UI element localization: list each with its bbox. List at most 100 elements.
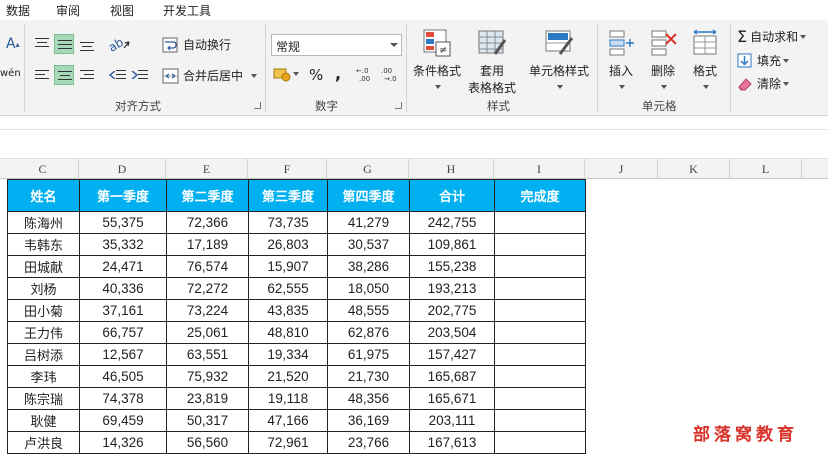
value-cell[interactable]: 38,286 (327, 255, 410, 278)
value-cell[interactable]: 61,975 (327, 343, 410, 366)
comma-style-button[interactable]: , (335, 64, 341, 83)
fill-button[interactable]: 填充 (737, 52, 790, 69)
wrap-text-button[interactable]: 自动换行 (162, 36, 231, 53)
completion-cell[interactable] (494, 321, 586, 344)
column-header-c[interactable]: C (7, 159, 79, 179)
completion-cell[interactable] (494, 343, 586, 366)
name-cell[interactable]: 耿健 (7, 409, 80, 432)
phonetic-guide-button[interactable]: wén (0, 68, 21, 79)
conditional-formatting-button[interactable]: ≠ 条件格式 (410, 28, 464, 93)
value-cell[interactable]: 48,810 (248, 321, 328, 344)
insert-cells-button[interactable]: 插入 (601, 28, 641, 93)
orientation-icon[interactable]: ab (106, 34, 130, 55)
value-cell[interactable]: 48,555 (327, 299, 410, 322)
value-cell[interactable]: 203,504 (409, 321, 495, 344)
value-cell[interactable]: 41,279 (327, 211, 410, 234)
header-cell-name[interactable]: 姓名 (7, 179, 80, 212)
value-cell[interactable]: 63,551 (166, 343, 249, 366)
name-cell[interactable]: 李玮 (7, 365, 80, 388)
tab-view[interactable]: 视图 (110, 2, 134, 19)
completion-cell[interactable] (494, 387, 586, 410)
name-cell[interactable]: 陈宗瑞 (7, 387, 80, 410)
name-cell[interactable]: 吕树添 (7, 343, 80, 366)
value-cell[interactable]: 23,819 (166, 387, 249, 410)
completion-cell[interactable] (494, 277, 586, 300)
column-header-d[interactable]: D (79, 159, 166, 179)
completion-cell[interactable] (494, 211, 586, 234)
value-cell[interactable]: 193,213 (409, 277, 495, 300)
value-cell[interactable]: 62,555 (248, 277, 328, 300)
percent-style-button[interactable]: % (309, 66, 323, 84)
value-cell[interactable]: 72,272 (166, 277, 249, 300)
completion-cell[interactable] (494, 409, 586, 432)
accounting-format-button[interactable] (273, 66, 299, 82)
decrease-decimal-button[interactable]: .00 →.0 (381, 66, 401, 85)
value-cell[interactable]: 23,766 (327, 431, 410, 454)
value-cell[interactable]: 14,326 (79, 431, 167, 454)
value-cell[interactable]: 72,961 (248, 431, 328, 454)
column-header-h[interactable]: H (409, 159, 494, 179)
font-size-increase-button[interactable]: A ▴ (6, 36, 20, 52)
value-cell[interactable]: 47,166 (248, 409, 328, 432)
merge-dropdown-icon[interactable] (251, 73, 258, 78)
value-cell[interactable]: 203,111 (409, 409, 495, 432)
value-cell[interactable]: 37,161 (79, 299, 167, 322)
value-cell[interactable]: 74,378 (79, 387, 167, 410)
value-cell[interactable]: 75,932 (166, 365, 249, 388)
value-cell[interactable]: 62,876 (327, 321, 410, 344)
column-header-j[interactable]: J (585, 159, 658, 179)
value-cell[interactable]: 72,366 (166, 211, 249, 234)
header-cell-total[interactable]: 合计 (409, 179, 495, 212)
alignment-launcher-icon[interactable] (254, 102, 261, 109)
name-cell[interactable]: 韦韩东 (7, 233, 80, 256)
value-cell[interactable]: 165,687 (409, 365, 495, 388)
align-middle-icon[interactable] (54, 34, 74, 54)
align-bottom-icon[interactable] (77, 34, 97, 54)
completion-cell[interactable] (494, 365, 586, 388)
completion-cell[interactable] (494, 431, 586, 454)
value-cell[interactable]: 36,169 (327, 409, 410, 432)
value-cell[interactable]: 30,537 (327, 233, 410, 256)
completion-cell[interactable] (494, 233, 586, 256)
value-cell[interactable]: 167,613 (409, 431, 495, 454)
autosum-button[interactable]: Σ 自动求和 (737, 27, 807, 46)
tab-data[interactable]: 数据 (6, 2, 30, 19)
tab-review[interactable]: 审阅 (56, 2, 80, 19)
cell-styles-button[interactable]: 单元格样式 (524, 28, 594, 93)
value-cell[interactable]: 26,803 (248, 233, 328, 256)
align-right-icon[interactable] (77, 65, 97, 85)
format-as-table-button[interactable]: 套用 表格格式 (464, 28, 520, 96)
value-cell[interactable]: 35,332 (79, 233, 167, 256)
value-cell[interactable]: 19,334 (248, 343, 328, 366)
worksheet[interactable]: 姓名 第一季度 第二季度 第三季度 第四季度 合计 完成度 陈海州 55,375 7… (0, 179, 828, 460)
value-cell[interactable]: 56,560 (166, 431, 249, 454)
value-cell[interactable]: 19,118 (248, 387, 328, 410)
value-cell[interactable]: 48,356 (327, 387, 410, 410)
delete-cells-button[interactable]: 删除 (643, 28, 683, 93)
value-cell[interactable]: 46,505 (79, 365, 167, 388)
name-cell[interactable]: 陈海州 (7, 211, 80, 234)
number-launcher-icon[interactable] (395, 102, 402, 109)
value-cell[interactable]: 21,520 (248, 365, 328, 388)
name-cell[interactable]: 刘杨 (7, 277, 80, 300)
column-header-e[interactable]: E (166, 159, 248, 179)
merge-center-button[interactable]: 合并后居中 (162, 67, 258, 84)
value-cell[interactable]: 73,735 (248, 211, 328, 234)
column-header-i[interactable]: I (494, 159, 585, 179)
column-header-f[interactable]: F (248, 159, 327, 179)
value-cell[interactable]: 40,336 (79, 277, 167, 300)
value-cell[interactable]: 50,317 (166, 409, 249, 432)
header-cell-q1[interactable]: 第一季度 (79, 179, 167, 212)
decrease-indent-icon[interactable] (108, 65, 128, 85)
increase-decimal-button[interactable]: ←.0.00 (356, 66, 376, 85)
name-cell[interactable]: 田城献 (7, 255, 80, 278)
value-cell[interactable]: 15,907 (248, 255, 328, 278)
value-cell[interactable]: 12,567 (79, 343, 167, 366)
value-cell[interactable]: 43,835 (248, 299, 328, 322)
format-cells-button[interactable]: 格式 (685, 28, 725, 93)
value-cell[interactable]: 18,050 (327, 277, 410, 300)
value-cell[interactable]: 165,671 (409, 387, 495, 410)
value-cell[interactable]: 155,238 (409, 255, 495, 278)
value-cell[interactable]: 69,459 (79, 409, 167, 432)
value-cell[interactable]: 17,189 (166, 233, 249, 256)
